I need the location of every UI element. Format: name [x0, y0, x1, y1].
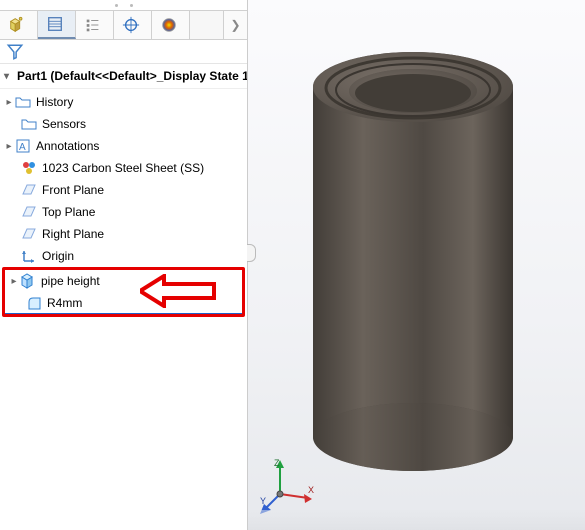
annotations-icon: A	[14, 137, 32, 155]
node-label: pipe height	[41, 274, 100, 288]
view-triad[interactable]: Z X Y	[258, 456, 318, 516]
assembly-icon	[8, 16, 26, 34]
axis-z-label: Z	[274, 458, 280, 468]
crosshair-icon	[122, 16, 140, 34]
panel-grip[interactable]	[0, 0, 247, 10]
panel-splitter-handle[interactable]	[247, 244, 256, 262]
feature-filter-row	[0, 40, 247, 64]
folder-icon	[20, 115, 38, 133]
tree-node-history[interactable]: ▸ History	[0, 91, 247, 113]
tree-node-front-plane[interactable]: Front Plane	[0, 179, 247, 201]
funnel-icon[interactable]	[6, 43, 24, 61]
node-label: History	[36, 95, 73, 109]
tab-overflow-chevron[interactable]: ❯	[223, 11, 247, 39]
graphics-viewport[interactable]: Z X Y	[248, 0, 585, 530]
part-header[interactable]: ▾ Part1 (Default<<Default>_Display State…	[0, 64, 247, 89]
fillet-icon	[25, 294, 43, 312]
extrude-icon	[19, 272, 37, 290]
list-icon	[46, 15, 64, 33]
feature-manager-panel: ❯ ▾ Part1 (Default<<Default>_Display Sta…	[0, 0, 248, 530]
tab-feature-manager[interactable]	[0, 11, 38, 39]
tab-display-manager[interactable]	[152, 11, 190, 39]
svg-text:A: A	[19, 142, 26, 153]
material-icon	[20, 159, 38, 177]
node-label: Front Plane	[42, 183, 104, 197]
node-label: Origin	[42, 249, 74, 263]
expander-icon[interactable]: ▸	[4, 97, 14, 107]
tab-dimxpert[interactable]	[114, 11, 152, 39]
tree-node-annotations[interactable]: ▸ A Annotations	[0, 135, 247, 157]
tree-node-sensors[interactable]: Sensors	[0, 113, 247, 135]
tree-node-top-plane[interactable]: Top Plane	[0, 201, 247, 223]
tree-node-material[interactable]: 1023 Carbon Steel Sheet (SS)	[0, 157, 247, 179]
plane-icon	[20, 181, 38, 199]
origin-icon	[20, 247, 38, 265]
annotation-arrow	[140, 274, 220, 308]
expander-icon[interactable]: ▾	[4, 71, 9, 81]
tree-list-icon	[84, 16, 102, 34]
part-title: Part1 (Default<<Default>_Display State 1	[17, 69, 247, 83]
plane-icon	[20, 203, 38, 221]
tab-configuration-manager[interactable]	[76, 11, 114, 39]
appearance-icon	[160, 16, 178, 34]
tab-property-manager[interactable]	[38, 11, 76, 39]
expander-icon[interactable]: ▸	[4, 141, 14, 151]
node-label: 1023 Carbon Steel Sheet (SS)	[42, 161, 204, 175]
axis-x-label: X	[308, 485, 314, 495]
axis-y-label: Y	[260, 496, 266, 506]
node-label: Annotations	[36, 139, 99, 153]
node-label: Right Plane	[42, 227, 104, 241]
chevron-right-icon: ❯	[230, 18, 240, 32]
expander-icon[interactable]: ▸	[9, 276, 19, 286]
node-label: Top Plane	[42, 205, 95, 219]
folder-icon	[14, 93, 32, 111]
plane-icon	[20, 225, 38, 243]
node-label: Sensors	[42, 117, 86, 131]
model-cylinder[interactable]	[308, 45, 518, 475]
node-label: R4mm	[47, 296, 82, 310]
tree-node-origin[interactable]: Origin	[0, 245, 247, 267]
tree-node-right-plane[interactable]: Right Plane	[0, 223, 247, 245]
panel-tab-strip: ❯	[0, 10, 247, 40]
